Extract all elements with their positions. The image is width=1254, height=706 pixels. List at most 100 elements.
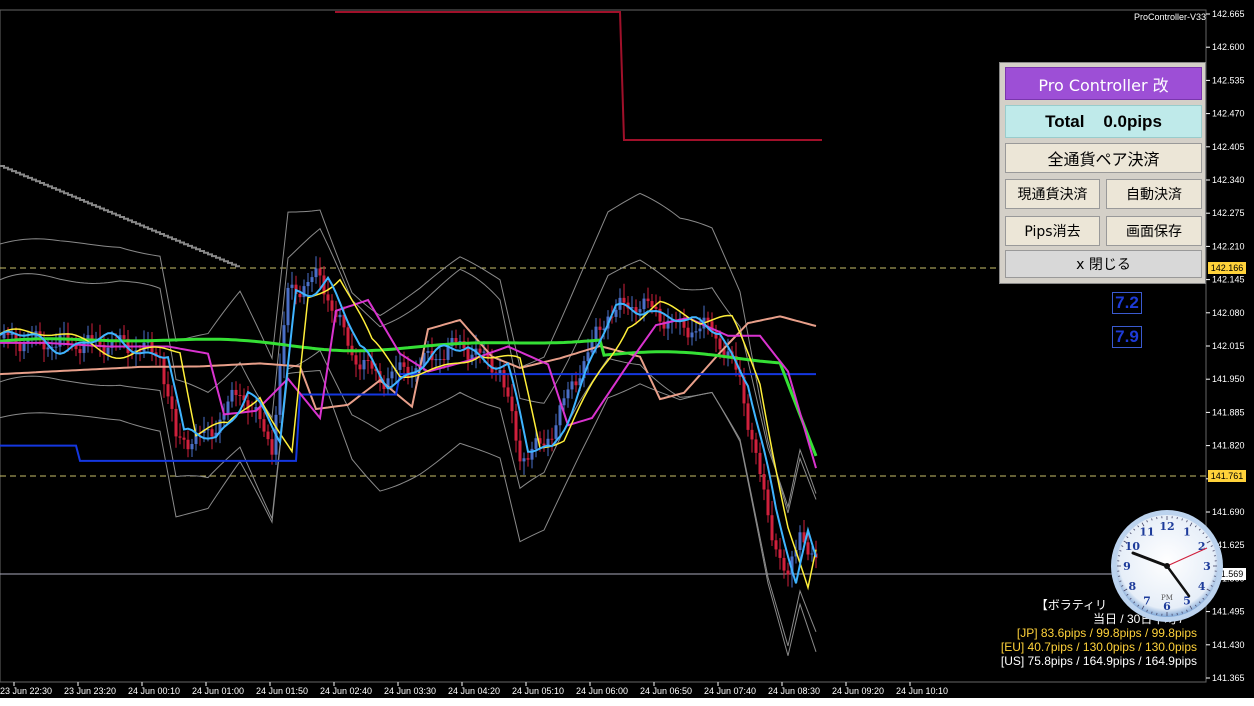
- candle-body: [550, 438, 554, 440]
- time-tick-label: 24 Jun 02:40: [320, 686, 372, 696]
- candle-body: [318, 268, 322, 276]
- time-tick-label: 24 Jun 00:10: [128, 686, 180, 696]
- candle-body: [306, 282, 310, 287]
- candle-body: [798, 532, 802, 551]
- candle-body: [490, 357, 494, 373]
- time-tick-label: 24 Jun 07:40: [704, 686, 756, 696]
- candle-body: [246, 400, 250, 411]
- candle-body: [454, 337, 458, 343]
- candle-body: [574, 381, 578, 386]
- candle-body: [694, 331, 698, 333]
- price-tick-label: 142.275: [1212, 208, 1245, 218]
- candle-body: [326, 294, 330, 301]
- candle-body: [526, 458, 530, 460]
- time-tick-label: 24 Jun 06:00: [576, 686, 628, 696]
- clock-numeral: 3: [1203, 560, 1211, 573]
- candle-body: [506, 387, 510, 397]
- candle-body: [106, 347, 110, 355]
- lower-level-flag: 141.761: [1208, 470, 1246, 482]
- candle-body: [58, 335, 62, 347]
- candle-body: [646, 298, 650, 302]
- candle-body: [314, 268, 318, 278]
- close-current-pair-button[interactable]: 現通貨決済: [1005, 179, 1100, 209]
- volatility-value-1: 7.2: [1112, 292, 1142, 314]
- candle-body: [774, 540, 778, 550]
- candle-body: [482, 351, 486, 353]
- candle-body: [362, 360, 366, 370]
- price-tick-label: 142.145: [1212, 275, 1245, 285]
- time-tick-label: 24 Jun 09:20: [832, 686, 884, 696]
- candle-body: [566, 389, 570, 399]
- candle-body: [278, 363, 282, 415]
- clear-pips-button[interactable]: Pips消去: [1005, 216, 1100, 246]
- status-strip: [0, 698, 1254, 706]
- candle-body: [238, 395, 242, 397]
- close-panel-button[interactable]: x 閉じる: [1005, 250, 1202, 278]
- time-tick-label: 24 Jun 01:50: [256, 686, 308, 696]
- candle-body: [330, 300, 334, 311]
- price-tick-label: 142.015: [1212, 341, 1245, 351]
- candle-body: [358, 364, 362, 370]
- candle-body: [806, 542, 810, 555]
- save-screen-button[interactable]: 画面保存: [1106, 216, 1202, 246]
- candle-body: [594, 326, 598, 340]
- candle-body: [298, 293, 302, 298]
- candle-body: [466, 348, 470, 360]
- candle-body: [642, 298, 646, 310]
- candle-body: [510, 396, 514, 412]
- candle-body: [166, 384, 170, 397]
- controller-title[interactable]: Pro Controller 改: [1005, 67, 1202, 100]
- candle-body: [162, 357, 166, 385]
- price-tick-label: 141.430: [1212, 640, 1245, 650]
- candle-body: [170, 396, 174, 409]
- clock-numeral: 1: [1183, 525, 1191, 538]
- volatility-value-2: 7.9: [1112, 326, 1142, 348]
- candle-body: [770, 515, 774, 541]
- volatility-eu: [EU] 40.7pips / 130.0pips / 130.0pips: [1000, 640, 1197, 654]
- bollinger-lower-inner: [0, 349, 817, 647]
- close-all-pairs-button[interactable]: 全通貨ペア決済: [1005, 143, 1202, 173]
- time-tick-label: 24 Jun 05:10: [512, 686, 564, 696]
- candle-body: [546, 438, 550, 446]
- candle-body: [622, 297, 626, 303]
- time-tick-label: 24 Jun 10:10: [896, 686, 948, 696]
- price-tick-label: 142.405: [1212, 142, 1245, 152]
- candle-body: [262, 419, 266, 432]
- candle-body: [514, 411, 518, 441]
- candle-body: [522, 458, 526, 462]
- time-tick-label: 24 Jun 03:30: [384, 686, 436, 696]
- candle-body: [226, 401, 230, 414]
- candle-body: [586, 352, 590, 362]
- candle-body: [174, 408, 178, 437]
- clock-ampm: PM: [1161, 594, 1173, 602]
- candle-body: [762, 474, 766, 490]
- price-tick-label: 142.210: [1212, 241, 1245, 251]
- candle-body: [782, 557, 786, 571]
- clock-numeral: 4: [1198, 580, 1206, 593]
- volatility-us: [US] 75.8pips / 164.9pips / 164.9pips: [1000, 654, 1197, 668]
- candle-body: [570, 381, 574, 390]
- trend-step-line: [0, 165, 240, 268]
- candle-body: [402, 362, 406, 367]
- candle-body: [178, 436, 182, 438]
- candle-body: [338, 314, 342, 318]
- candle-body: [654, 306, 658, 309]
- candle-body: [502, 370, 506, 388]
- volatility-jp: [JP] 83.6pips / 99.8pips / 99.8pips: [1016, 626, 1197, 640]
- price-tick-label: 141.820: [1212, 441, 1245, 451]
- candle-body: [78, 349, 82, 354]
- clock-numeral: 12: [1159, 520, 1174, 533]
- candle-body: [290, 284, 294, 288]
- candle-body: [22, 343, 26, 352]
- candle-body: [390, 371, 394, 379]
- candle-body: [366, 360, 370, 362]
- clock-numeral: 8: [1129, 580, 1137, 593]
- candle-body: [614, 309, 618, 317]
- auto-close-button[interactable]: 自動決済: [1106, 179, 1202, 209]
- candle-body: [478, 348, 482, 353]
- candle-body: [554, 425, 558, 439]
- candle-body: [266, 431, 270, 440]
- candle-body: [122, 335, 126, 339]
- ma-cyan: [0, 275, 817, 584]
- clock-numeral: 7: [1143, 595, 1151, 608]
